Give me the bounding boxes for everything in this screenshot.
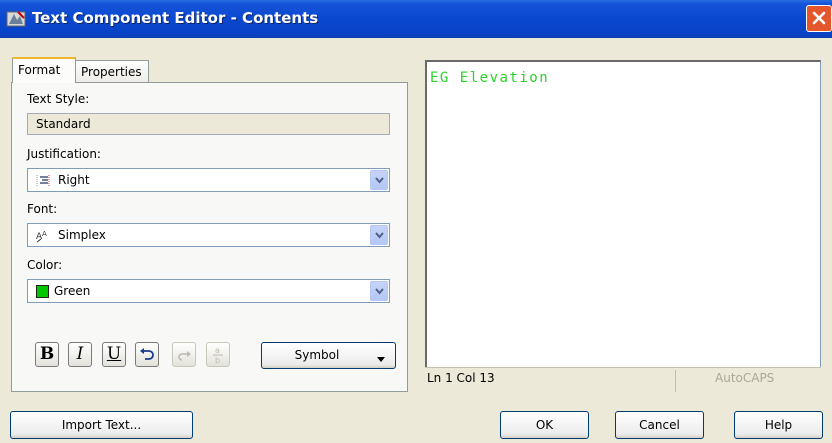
chevron-down-icon[interactable] xyxy=(370,281,388,301)
ok-button[interactable]: OK xyxy=(500,411,589,439)
editor-content: EG Elevation xyxy=(430,70,550,86)
font-select[interactable]: A A Simplex xyxy=(27,223,390,247)
undo-icon xyxy=(140,348,154,360)
redo-button[interactable] xyxy=(172,342,196,367)
text-editor[interactable]: EG Elevation xyxy=(425,60,821,368)
svg-text:b: b xyxy=(215,356,220,365)
font-label: Font: xyxy=(27,202,58,216)
chevron-down-icon[interactable] xyxy=(370,170,388,190)
color-select[interactable]: Green xyxy=(27,279,390,303)
color-swatch xyxy=(36,285,50,298)
justification-label: Justification: xyxy=(27,147,101,161)
help-button[interactable]: Help xyxy=(734,411,823,439)
window-title: Text Component Editor - Contents xyxy=(32,9,319,27)
import-text-button[interactable]: Import Text... xyxy=(10,411,193,439)
status-divider xyxy=(675,370,676,392)
bold-button[interactable]: B xyxy=(35,342,59,367)
close-icon xyxy=(812,11,826,25)
font-icon: A A xyxy=(36,229,50,243)
tab-properties[interactable]: Properties xyxy=(75,60,149,83)
svg-text:a: a xyxy=(215,346,220,355)
app-icon xyxy=(6,9,26,29)
font-value: Simplex xyxy=(58,228,106,242)
cursor-position: Ln 1 Col 13 xyxy=(427,371,495,385)
justification-value: Right xyxy=(58,173,90,187)
symbol-button-label: Symbol xyxy=(294,348,340,362)
undo-button[interactable] xyxy=(135,342,159,367)
stack-button[interactable]: a b xyxy=(206,342,230,367)
title-bar[interactable]: Text Component Editor - Contents xyxy=(0,0,832,38)
autocaps-indicator: AutoCAPS xyxy=(715,371,775,385)
color-value: Green xyxy=(54,284,91,298)
justification-select[interactable]: Right xyxy=(27,168,390,192)
italic-button[interactable]: I xyxy=(68,342,92,367)
close-button[interactable] xyxy=(806,5,832,32)
cancel-button[interactable]: Cancel xyxy=(615,411,704,439)
svg-text:A: A xyxy=(42,230,47,238)
text-style-label: Text Style: xyxy=(27,92,90,106)
dropdown-arrow-icon xyxy=(377,357,385,362)
justify-right-icon xyxy=(36,174,50,187)
stack-fraction-icon: a b xyxy=(213,346,223,365)
tab-format[interactable]: Format xyxy=(12,57,76,83)
symbol-button[interactable]: Symbol xyxy=(261,342,396,369)
status-bar: Ln 1 Col 13 AutoCAPS xyxy=(425,367,821,392)
text-style-field: Standard xyxy=(27,113,390,135)
underline-button[interactable]: U xyxy=(102,342,126,367)
chevron-down-icon[interactable] xyxy=(370,225,388,245)
color-label: Color: xyxy=(27,258,63,272)
redo-icon xyxy=(178,351,191,361)
